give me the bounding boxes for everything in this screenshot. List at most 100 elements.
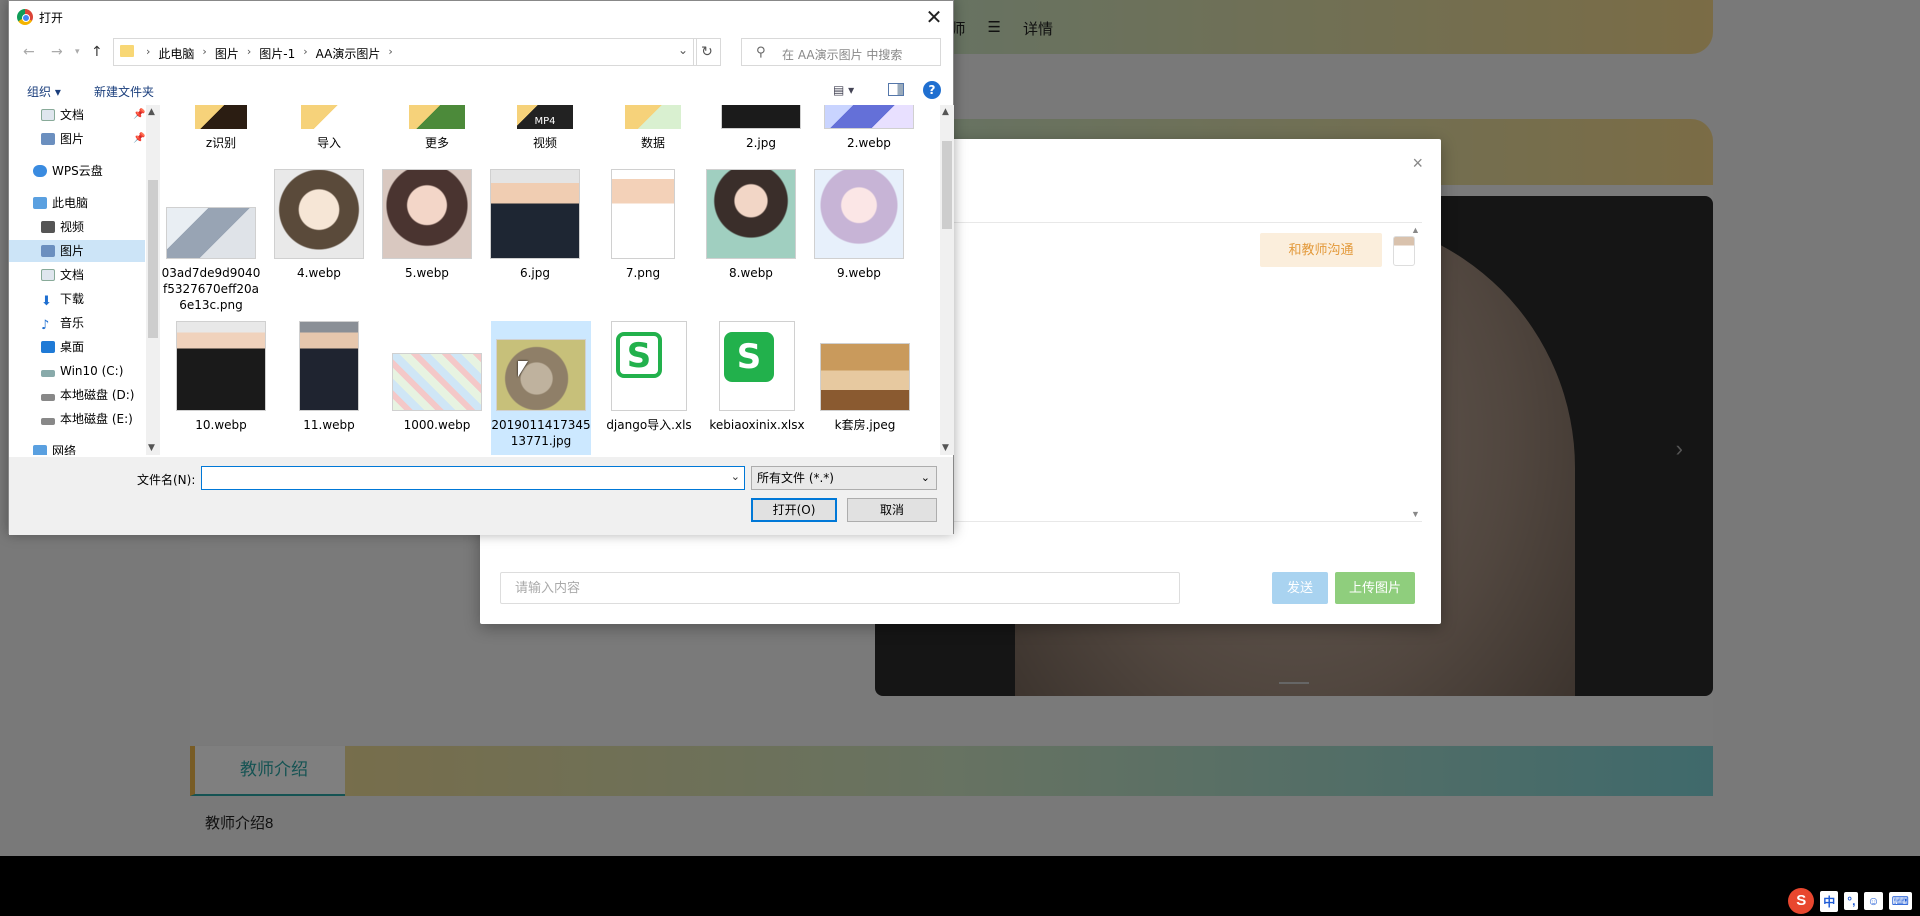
scroll-up-icon[interactable]: ▲	[942, 107, 949, 117]
list-item[interactable]: 8.webp	[701, 169, 801, 281]
organize-menu[interactable]: 组织 ▾	[27, 83, 61, 100]
sidebar-item-pictures[interactable]: 图片	[9, 240, 145, 262]
refresh-icon[interactable]: ↻	[693, 38, 721, 66]
dialog-toolbar: 组织 ▾ 新建文件夹 ▤ ▾ ?	[9, 79, 953, 103]
desktop-icon	[41, 341, 55, 353]
image-thumbnail	[814, 169, 904, 259]
list-item[interactable]: 数据	[603, 105, 703, 151]
send-button[interactable]: 发送	[1272, 572, 1328, 604]
file-type-select[interactable]: 所有文件 (*.*) ⌄	[751, 466, 937, 490]
scroll-down-icon[interactable]: ▼	[942, 443, 949, 453]
pin-icon[interactable]: 📌	[133, 105, 145, 126]
scrollbar-thumb[interactable]	[942, 141, 952, 229]
list-item[interactable]: 更多	[387, 105, 487, 151]
chevron-right-icon[interactable]: ›	[243, 45, 255, 62]
chevron-down-icon[interactable]: ⌄	[678, 43, 688, 57]
image-thumbnail	[392, 353, 482, 411]
sidebar-item-drive-d[interactable]: 本地磁盘 (D:)	[9, 384, 145, 406]
file-name: 8.webp	[729, 266, 773, 280]
chevron-right-icon[interactable]: ›	[198, 45, 210, 62]
sidebar-item-downloads[interactable]: ⬇ 下载	[9, 288, 145, 310]
sidebar-item-pictures-pinned[interactable]: 图片 📌	[9, 128, 145, 150]
new-folder-button[interactable]: 新建文件夹	[94, 83, 154, 100]
sidebar-item-label: 下载	[60, 292, 85, 306]
navigation-scrollbar[interactable]: ▲ ▼	[146, 105, 160, 455]
sidebar-item-drive-e[interactable]: 本地磁盘 (E:)	[9, 408, 145, 430]
list-item[interactable]: MP4 视频	[495, 105, 595, 151]
pictures-icon	[41, 133, 55, 145]
list-item[interactable]: 2.jpg	[711, 105, 811, 151]
chrome-icon	[17, 9, 33, 25]
list-item[interactable]: 11.webp	[279, 321, 379, 433]
chevron-down-icon[interactable]: ⌄	[921, 467, 930, 489]
sidebar-item-desktop[interactable]: 桌面	[9, 336, 145, 358]
address-bar[interactable]: › 此电脑 › 图片 › 图片-1 › AA演示图片 › ⌄	[113, 38, 697, 66]
sidebar-item-music[interactable]: ♪ 音乐	[9, 312, 145, 334]
chevron-down-icon[interactable]: ⌄	[731, 470, 740, 483]
help-icon[interactable]: ?	[923, 81, 941, 99]
scroll-down-icon[interactable]: ▼	[1411, 509, 1420, 519]
forward-arrow-icon[interactable]: →	[51, 44, 63, 60]
chevron-right-icon[interactable]: ›	[142, 45, 154, 62]
breadcrumb-item[interactable]: 此电脑	[154, 45, 198, 62]
emoji-icon[interactable]: ☺	[1864, 892, 1883, 910]
list-item[interactable]: 2.webp	[819, 105, 919, 151]
chevron-right-icon[interactable]: ›	[384, 45, 396, 62]
close-icon[interactable]: ×	[1412, 153, 1423, 174]
sidebar-item-this-pc[interactable]: 此电脑	[9, 192, 145, 214]
recent-chevron-icon[interactable]: ▾	[75, 47, 80, 57]
sidebar-item-videos[interactable]: 视频	[9, 216, 145, 238]
chat-message-bubble: 和教师沟通	[1260, 233, 1382, 267]
sidebar-item-wps-cloud[interactable]: WPS云盘	[9, 160, 145, 182]
ime-punctuation-toggle[interactable]: °,	[1844, 892, 1859, 910]
preview-pane-icon[interactable]	[888, 83, 904, 96]
upload-image-button[interactable]: 上传图片	[1335, 572, 1415, 604]
pin-icon[interactable]: 📌	[133, 128, 145, 150]
open-button[interactable]: 打开(O)	[751, 498, 837, 522]
list-item[interactable]: 4.webp	[269, 169, 369, 281]
image-thumbnail	[820, 343, 910, 411]
list-item[interactable]: 201901141734513771.jpg	[491, 321, 591, 455]
breadcrumb-item[interactable]: 图片-1	[255, 45, 299, 62]
list-item[interactable]: k套房.jpeg	[815, 321, 915, 433]
sogou-ime-icon[interactable]: S	[1788, 888, 1815, 914]
list-item[interactable]: 导入	[279, 105, 379, 151]
list-item[interactable]: 10.webp	[171, 321, 271, 433]
list-item[interactable]: 7.png	[593, 169, 693, 281]
chat-scrollbar[interactable]: ▲ ▼	[1410, 223, 1422, 521]
list-item[interactable]: 1000.webp	[387, 321, 487, 433]
ime-mode-toggle[interactable]: 中	[1820, 890, 1839, 912]
list-item[interactable]: z识别	[171, 105, 271, 151]
breadcrumb-item[interactable]: 图片	[211, 45, 243, 62]
search-input[interactable]: ⚲ 在 AA演示图片 中搜索	[741, 38, 941, 66]
sidebar-item-drive-c[interactable]: Win10 (C:)	[9, 360, 145, 382]
keyboard-icon[interactable]: ⌨	[1888, 892, 1912, 910]
sidebar-item-documents[interactable]: 文档	[9, 264, 145, 286]
scroll-up-icon[interactable]: ▲	[148, 107, 155, 117]
close-icon[interactable]: ✕	[919, 3, 949, 31]
scroll-up-icon[interactable]: ▲	[1411, 225, 1420, 235]
scrollbar-thumb[interactable]	[148, 180, 158, 338]
download-icon: ⬇	[41, 294, 52, 309]
filename-input[interactable]: ⌄	[201, 466, 745, 490]
back-arrow-icon[interactable]: ←	[23, 44, 35, 60]
video-icon	[41, 221, 55, 233]
chat-input[interactable]: 请输入内容	[500, 572, 1180, 604]
list-item[interactable]: 6.jpg	[485, 169, 585, 281]
view-options-icon[interactable]: ▤ ▾	[833, 83, 854, 97]
sidebar-item-documents-pinned[interactable]: 文档 📌	[9, 105, 145, 126]
file-list-scrollbar[interactable]: ▲ ▼	[940, 105, 954, 455]
list-item[interactable]: 5.webp	[377, 169, 477, 281]
list-item[interactable]: 03ad7de9d9040f5327670eff20a6e13c.png	[161, 169, 261, 313]
cancel-button[interactable]: 取消	[847, 498, 937, 522]
up-arrow-icon[interactable]: ↑	[91, 44, 103, 60]
sidebar-item-label: Win10 (C:)	[60, 364, 124, 378]
scroll-down-icon[interactable]: ▼	[148, 443, 155, 453]
dialog-titlebar[interactable]: 打开 ✕	[9, 1, 953, 33]
sidebar-item-network[interactable]: 网络	[9, 440, 145, 455]
list-item[interactable]: 9.webp	[809, 169, 909, 281]
chevron-right-icon[interactable]: ›	[299, 45, 311, 62]
list-item[interactable]: S django导入.xls	[599, 321, 699, 433]
list-item[interactable]: S kebiaoxinix.xlsx	[707, 321, 807, 433]
breadcrumb-item[interactable]: AA演示图片	[312, 45, 385, 62]
